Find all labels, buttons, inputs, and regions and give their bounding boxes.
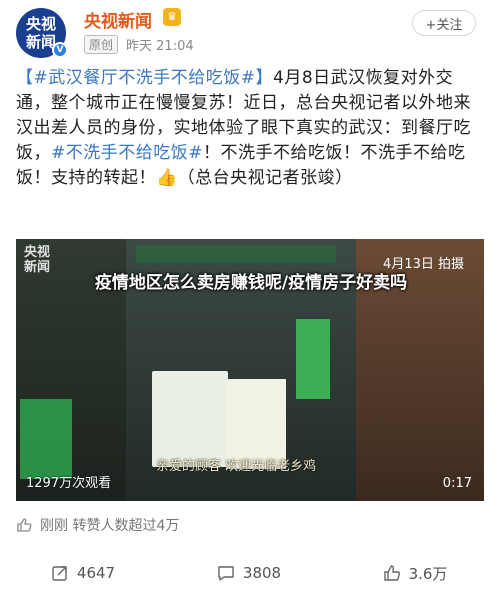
post-time: 昨天 21:04 [126, 39, 194, 54]
watermark-line1: 央视 [24, 245, 51, 260]
thumbs-up-outline-icon [16, 517, 32, 533]
like-button[interactable]: 3.6万 [332, 560, 498, 586]
video-duration: 0:17 [442, 476, 472, 491]
video-scene [152, 371, 228, 467]
likes-summary-text: 刚刚 转赞人数超过4万 [40, 518, 180, 534]
repost-icon [51, 564, 69, 582]
watermark-line2: 新闻 [24, 260, 51, 275]
thumbs-up-emoji: 👍 [156, 168, 178, 188]
like-count: 3.6万 [408, 564, 448, 583]
post-header: 央视 新闻 V 央视新闻 ♛ 原创 昨天 21:04 +关注 [0, 0, 500, 64]
post-text: 【#武汉餐厅不洗手不给吃饭#】4月8日武汉恢复对外交通，整个城市正在慢慢复苏！近… [16, 66, 484, 191]
video-views: 1297万次观看 [26, 476, 112, 491]
repost-count: 4647 [76, 564, 116, 582]
video-date-stamp: 4月13日 拍摄 [383, 257, 464, 272]
repost-button[interactable]: 4647 [0, 560, 166, 586]
follow-button[interactable]: +关注 [412, 10, 476, 36]
original-tag: 原创 [84, 35, 119, 54]
comment-count: 3808 [242, 564, 282, 582]
video-scene [136, 245, 336, 263]
topic-link[interactable]: 【#武汉餐厅不洗手不给吃饭#】 [16, 68, 273, 88]
thumbs-up-icon [383, 564, 401, 582]
author-name[interactable]: 央视新闻 [84, 7, 152, 32]
post-meta: 原创 昨天 21:04 [84, 35, 194, 54]
video-watermark: 央视 新闻 [24, 245, 58, 275]
vip-crown-icon: ♛ [163, 8, 181, 26]
comment-button[interactable]: 3808 [166, 560, 332, 586]
topic-link-2[interactable]: #不洗手不给吃饭# [51, 143, 203, 163]
likes-summary[interactable]: 刚刚 转赞人数超过4万 [16, 515, 179, 535]
video-player[interactable]: 央视 新闻 4月13日 拍摄 疫情地区怎么卖房赚钱呢/疫情房子好卖吗 亲爱的顾客… [16, 239, 484, 501]
action-bar: 4647 3808 3.6万 [0, 560, 500, 586]
video-caption: 亲爱的顾客 欢迎光临老乡鸡 [156, 459, 317, 474]
comment-icon [217, 564, 235, 582]
verified-icon: V [52, 42, 68, 58]
video-scene [20, 399, 72, 479]
avatar-line1: 央视 [25, 15, 56, 33]
video-scene [296, 319, 330, 399]
avatar[interactable]: 央视 新闻 V [16, 8, 68, 58]
video-overlay-title: 疫情地区怎么卖房赚钱呢/疫情房子好卖吗 [94, 273, 408, 293]
post-text-part3: （总台央视记者张竣） [177, 168, 353, 188]
